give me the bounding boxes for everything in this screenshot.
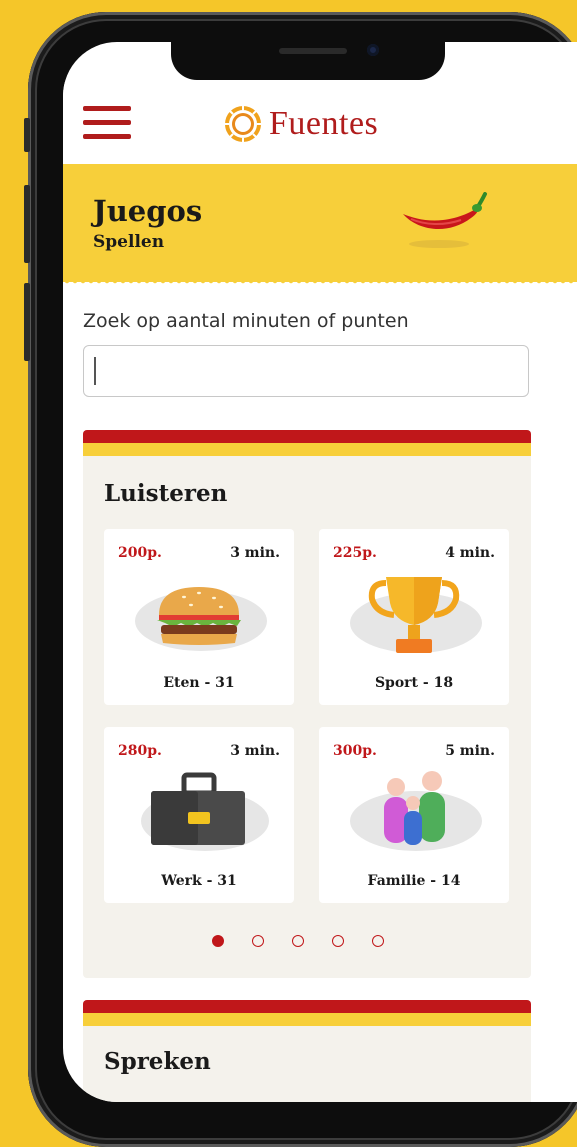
page-subtitle: Spellen: [93, 232, 165, 252]
tile-caption: Familie - 14: [367, 873, 461, 889]
briefcase-icon: [141, 772, 269, 851]
tile-minutes: 3 min.: [230, 545, 280, 561]
hamburger-menu-icon[interactable]: [83, 104, 131, 142]
family-icon: [350, 771, 482, 851]
search-label: Zoek op aantal minuten of punten: [83, 310, 409, 332]
volume-down-button: [24, 283, 30, 361]
pagination-dot-2[interactable]: [252, 935, 264, 947]
tile-minutes: 5 min.: [445, 743, 495, 759]
tile-points: 200p.: [118, 545, 162, 561]
pagination-dots: [212, 935, 384, 947]
tile-points: 300p.: [333, 743, 377, 759]
section-stripe-red: [83, 1000, 531, 1013]
game-tile-werk[interactable]: 280p. 3 min. Werk - 31: [104, 727, 294, 903]
burger-icon: [135, 587, 267, 651]
page-title: Juegos: [93, 194, 203, 228]
pagination-dot-1[interactable]: [212, 935, 224, 947]
game-tile-familie[interactable]: 300p. 5 min. Familie - 14: [319, 727, 509, 903]
pagination-dot-4[interactable]: [332, 935, 344, 947]
chili-pepper-icon: [403, 192, 487, 248]
tile-caption: Sport - 18: [374, 675, 454, 691]
tile-points: 225p.: [333, 545, 377, 561]
section-title: Luisteren: [104, 480, 228, 507]
sun-logo-icon: [225, 106, 261, 142]
phone-screen: Fuentes Juegos Spellen Zoek op aantal mi…: [63, 42, 577, 1102]
pagination-dot-3[interactable]: [292, 935, 304, 947]
brand-logo[interactable]: Fuentes: [223, 102, 378, 146]
tile-minutes: 4 min.: [445, 545, 495, 561]
app-header: Fuentes: [63, 82, 577, 164]
search-input[interactable]: [83, 345, 529, 397]
page-header-band: Juegos Spellen: [63, 164, 577, 285]
text-cursor: [94, 357, 96, 385]
game-tile-sport[interactable]: 225p. 4 min. Sport - 18: [319, 529, 509, 705]
section-stripe-yellow: [83, 1013, 531, 1026]
front-camera: [367, 44, 379, 56]
speaker-grille: [279, 48, 347, 54]
brand-name: Fuentes: [269, 105, 379, 142]
game-tile-eten[interactable]: 200p. 3 min. Eten - 31: [104, 529, 294, 705]
section-stripe-yellow: [83, 443, 531, 456]
tile-points: 280p.: [118, 743, 162, 759]
tile-caption: Eten - 31: [163, 675, 235, 691]
section-luisteren: Luisteren 200p. 3 min. Eten - 31 225p. 4…: [83, 430, 531, 978]
volume-up-button: [24, 185, 30, 263]
trophy-icon: [350, 577, 482, 653]
section-title: Spreken: [104, 1048, 211, 1075]
phone-notch: [171, 42, 445, 80]
section-spreken: Spreken: [83, 1000, 531, 1102]
mute-switch: [24, 118, 30, 152]
tile-caption: Werk - 31: [161, 873, 237, 889]
pagination-dot-5[interactable]: [372, 935, 384, 947]
section-stripe-red: [83, 430, 531, 443]
tile-minutes: 3 min.: [230, 743, 280, 759]
